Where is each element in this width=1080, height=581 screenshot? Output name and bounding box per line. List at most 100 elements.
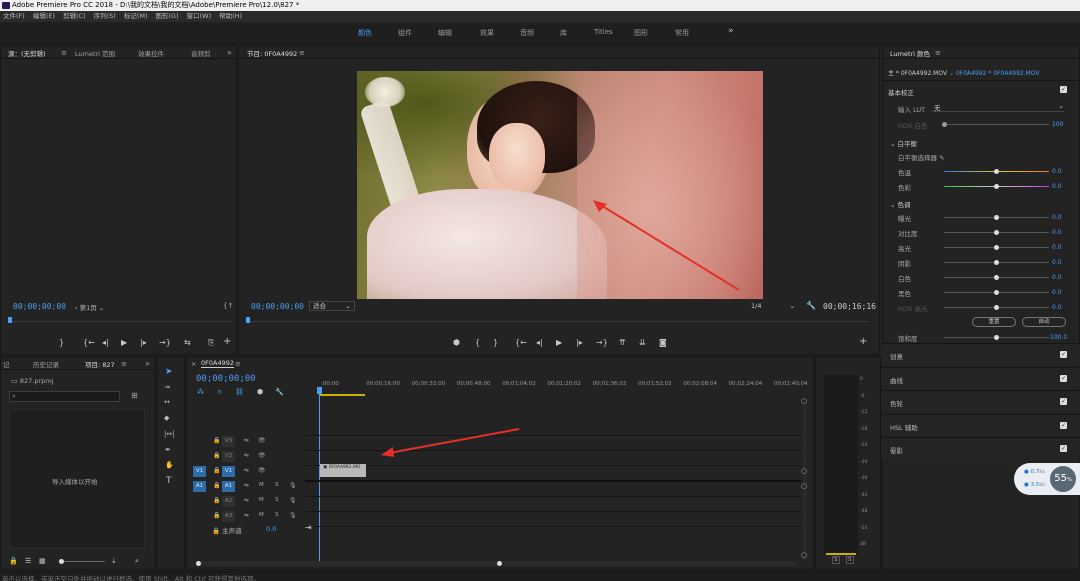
program-timecode-current[interactable]: 00;00;00;00 <box>251 302 304 311</box>
tone-slider-1[interactable] <box>944 230 1049 235</box>
source-ruler[interactable] <box>9 316 231 322</box>
white-balance-header[interactable]: ⌄ 白平衡 <box>890 138 917 148</box>
solo-button[interactable]: S <box>275 482 279 488</box>
track-lock-icon[interactable]: 🔒 <box>213 497 220 504</box>
tone-slider-6[interactable] <box>944 305 1049 310</box>
track-lock-icon[interactable]: 🔒 <box>213 512 220 519</box>
track-target-A2[interactable]: A2 <box>222 496 235 507</box>
scroll-handle-mid-icon[interactable]: ○ <box>801 467 807 475</box>
tone-slider-4[interactable] <box>944 275 1049 280</box>
temperature-value[interactable]: 0.0 <box>1052 168 1062 175</box>
track-lock-icon[interactable]: 🔒 <box>213 482 220 489</box>
play-icon[interactable]: ▶ <box>121 338 127 347</box>
workspace-tab-0[interactable]: 颜色 <box>358 28 372 38</box>
scroll-handle-top-icon[interactable]: ○ <box>801 397 807 405</box>
eye-icon[interactable]: 👁 <box>258 467 266 474</box>
ripple-edit-icon[interactable]: ↔ <box>164 398 170 406</box>
program-playhead[interactable] <box>246 317 250 323</box>
toggle-sync-icon[interactable]: ⇋ <box>244 497 249 504</box>
hdr-white-knob[interactable] <box>942 122 947 127</box>
tone-header[interactable]: ⌄ 色调 <box>890 199 911 209</box>
go-to-out-icon[interactable]: →} <box>596 338 608 347</box>
basic-correction-header[interactable]: 基本校正 <box>888 87 914 97</box>
toggle-sync-icon[interactable]: ⇋ <box>244 482 249 489</box>
lift-icon[interactable]: ⇈ <box>619 338 626 347</box>
add-button-icon[interactable]: + <box>223 336 231 347</box>
solo-button[interactable]: S <box>275 497 279 503</box>
toggle-sync-icon[interactable]: ⇋ <box>244 437 249 444</box>
tone-slider-5[interactable] <box>944 290 1049 295</box>
fit-dropdown[interactable]: 适合 ⌄ <box>309 301 355 311</box>
pen-icon[interactable]: ✒ <box>165 446 171 454</box>
lumetri-section-checkbox-0[interactable]: ✓ <box>1060 351 1067 358</box>
icon-view-icon[interactable]: ▦ <box>39 557 46 565</box>
source-patch-V1[interactable]: V1 <box>193 466 206 477</box>
play-icon[interactable]: ▶ <box>556 338 562 347</box>
step-back-icon[interactable]: ◂| <box>536 338 543 347</box>
timeline-timecode[interactable]: 00;00;00;00 <box>196 374 256 384</box>
hdr-white-value[interactable]: 100 <box>1052 121 1063 128</box>
workspace-tab-6[interactable]: Titles <box>594 28 613 36</box>
saturation-knob[interactable] <box>994 335 999 340</box>
new-bin-icon[interactable]: ⊞ <box>131 391 138 400</box>
track-lock-icon[interactable]: 🔒 <box>213 467 220 474</box>
lumetri-section-0[interactable]: 创意 ✓ <box>882 343 1080 365</box>
go-to-in-icon[interactable]: {← <box>515 338 527 347</box>
step-forward-icon[interactable]: |▸ <box>140 338 147 347</box>
export-frame-camera-icon[interactable]: ◙ <box>659 338 667 347</box>
hscroll-left-handle[interactable] <box>196 561 201 566</box>
lock-icon[interactable]: 🔒 <box>9 557 18 565</box>
basic-correction-checkbox[interactable]: ✓ <box>1060 86 1067 93</box>
linked-selection-icon[interactable]: ⛓ <box>235 388 244 396</box>
more-workspaces-icon[interactable]: » <box>728 26 734 36</box>
saturation-value[interactable]: 100.0 <box>1050 334 1067 341</box>
lumetri-section-1[interactable]: 曲线 ✓ <box>882 366 1080 389</box>
master-volume-value[interactable]: 0.0 <box>266 525 276 533</box>
hand-icon[interactable]: ✋ <box>165 461 174 469</box>
tone-value-0[interactable]: 0.0 <box>1052 214 1062 221</box>
lumetri-section-3[interactable]: HSL 辅助 ✓ <box>882 413 1080 436</box>
lumetri-section-checkbox-2[interactable]: ✓ <box>1060 398 1067 405</box>
track-target-V3[interactable]: V3 <box>222 436 235 447</box>
overwrite-icon[interactable]: ⎘ <box>208 338 214 348</box>
lumetri-section-2[interactable]: 色轮 ✓ <box>882 390 1080 412</box>
program-menu-icon[interactable]: ≡ <box>299 49 305 57</box>
lumetri-section-checkbox-1[interactable]: ✓ <box>1060 374 1067 382</box>
workspace-tab-1[interactable]: 组件 <box>398 28 412 38</box>
timeline-menu-icon[interactable]: ≡ <box>235 360 241 368</box>
workspace-tab-8[interactable]: 常用 <box>675 28 689 38</box>
tone-knob-0[interactable] <box>994 215 999 220</box>
go-to-out-icon[interactable]: →} <box>159 338 171 347</box>
workspace-tab-3[interactable]: 效果 <box>480 28 494 38</box>
menu-item-0[interactable]: 文件(F) <box>3 12 25 20</box>
tint-knob[interactable] <box>994 184 999 189</box>
timeline-close-icon[interactable]: × <box>191 360 196 368</box>
toggle-sync-icon[interactable]: ⇋ <box>244 512 249 519</box>
playhead-handle[interactable] <box>317 387 322 394</box>
workspace-tab-4[interactable]: 音频 <box>520 28 534 38</box>
add-marker-icon[interactable]: ⬢ <box>453 338 460 347</box>
tone-value-4[interactable]: 0.0 <box>1052 274 1062 281</box>
lumetri-clip-link[interactable]: 0F0A4992 * 0F0A4992.MOV <box>956 70 1040 77</box>
tone-knob-3[interactable] <box>994 260 999 265</box>
auto-button[interactable]: 自动 <box>1022 317 1066 327</box>
solo-button[interactable]: S <box>275 512 279 518</box>
extract-icon[interactable]: ⇊ <box>639 338 646 347</box>
hdr-white-slider[interactable] <box>942 122 1049 127</box>
zoom-slider[interactable] <box>59 559 105 564</box>
step-forward-icon[interactable]: |▸ <box>576 338 583 347</box>
eyedropper-icon[interactable]: ✎ <box>939 154 944 162</box>
tone-value-5[interactable]: 0.0 <box>1052 289 1062 296</box>
mark-out-icon[interactable]: } <box>59 338 64 347</box>
step-back-icon[interactable]: ◂| <box>102 338 109 347</box>
lock-icon[interactable]: 🔒 <box>212 527 220 535</box>
temperature-knob[interactable] <box>994 169 999 174</box>
tint-slider[interactable] <box>944 184 1049 189</box>
slip-icon[interactable]: |↔| <box>164 430 175 438</box>
timeline-ruler[interactable]: :00;00 00;00;16;00 00;00;32;00 00;00;48;00 0… <box>317 379 808 393</box>
tone-slider-0[interactable] <box>944 215 1049 220</box>
tone-knob-1[interactable] <box>994 230 999 235</box>
hscroll-right-handle[interactable] <box>497 561 502 566</box>
network-speed-widget[interactable]: ● 0.7K/s ● 3.5K/s 55% <box>1014 463 1080 495</box>
menu-item-6[interactable]: 窗口(W) <box>187 12 212 20</box>
